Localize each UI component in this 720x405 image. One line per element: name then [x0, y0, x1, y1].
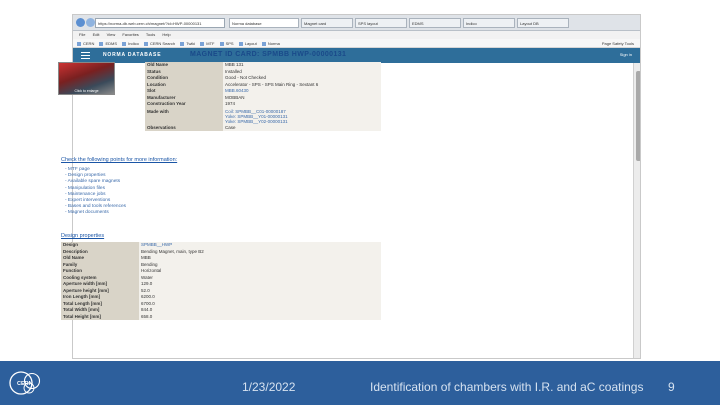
info-link[interactable]: - Magnet documents [65, 210, 215, 216]
logo-text: CERN [17, 381, 33, 387]
field-label: Observations [145, 124, 223, 131]
field-value: 658.0 [139, 313, 381, 320]
favorite-link[interactable]: Norma [262, 39, 280, 47]
browser-toolbar-right[interactable]: Page Safety Tools [602, 39, 634, 48]
design-properties-heading[interactable]: Design properties [61, 233, 104, 239]
field-value: Case [223, 124, 381, 131]
magnet-photo[interactable]: Click to enlarge [58, 62, 115, 95]
back-icon[interactable] [76, 18, 85, 27]
favorite-link[interactable]: EDMS [99, 39, 117, 47]
menu-edit[interactable]: Edit [93, 32, 100, 37]
favorites-bar: CERN EDMS Indico CERN Search Twiki MTF S… [73, 39, 640, 48]
favorite-link[interactable]: Twiki [180, 39, 195, 47]
slide-date: 1/23/2022 [242, 380, 296, 394]
scrollbar-thumb[interactable] [636, 71, 640, 161]
tab-indico[interactable]: Indico [463, 18, 515, 28]
menu-file[interactable]: File [79, 32, 85, 37]
menu-help[interactable]: Help [162, 32, 170, 37]
field-label: Made with [145, 107, 223, 125]
hamburger-menu-icon[interactable] [81, 52, 90, 59]
magnet-info-table: Old Name MBB 131 Status Installed Conditio… [145, 62, 381, 131]
favorite-link[interactable]: CERN [77, 39, 94, 47]
more-info-links: - MTF page - Design properties - Availab… [65, 167, 215, 217]
table-row: Total Height [mm] 658.0 [61, 313, 381, 320]
favorite-link[interactable]: MTF [200, 39, 214, 47]
tab-magnet-card[interactable]: Magnet card [301, 18, 353, 28]
vertical-scrollbar[interactable] [633, 63, 640, 358]
tab-norma[interactable]: Norma database [229, 18, 299, 28]
tab-sps-layout[interactable]: SPS layout [355, 18, 407, 28]
browser-address-bar: https://norma-db.web.cern.ch/magnet/?id=… [73, 15, 640, 31]
made-with-list: Coil: SPMBB__C01-00000187 Yoke: SPMBB__Y… [223, 107, 381, 125]
favorite-link[interactable]: SPS [220, 39, 234, 47]
presentation-slide: https://norma-db.web.cern.ch/magnet/?id=… [0, 0, 720, 405]
tab-edms[interactable]: EDMS [409, 18, 461, 28]
magnet-card-title: MAGNET ID CARD: SPMBB HWP-00000131 [190, 51, 347, 58]
slide-number: 9 [668, 380, 675, 394]
table-row: Observations Case [145, 124, 381, 131]
more-info-heading[interactable]: Check the following points for more info… [61, 157, 177, 163]
browser-menu-bar: File Edit View Favorites Tools Help [73, 31, 640, 39]
forward-icon[interactable] [86, 18, 95, 27]
favorite-link[interactable]: Indico [122, 39, 139, 47]
photo-caption: Click to enlarge [74, 89, 99, 93]
app-title: NORMA DATABASE [103, 52, 162, 58]
table-row: Made with Coil: SPMBB__C01-00000187 Yoke… [145, 107, 381, 125]
favorite-link[interactable]: Layout [239, 39, 257, 47]
design-properties-table: Design SPMBB__HWP Description Bending Magn… [61, 242, 381, 320]
cern-logo-icon: CERN [9, 371, 41, 395]
field-label: Total Height [mm] [61, 313, 139, 320]
favorite-link[interactable]: CERN Search [144, 39, 175, 47]
slide-description: Identification of chambers with I.R. and… [370, 380, 644, 394]
menu-view[interactable]: View [107, 32, 116, 37]
slide-footer: CERN 1/23/2022 Identification of chamber… [0, 361, 720, 405]
menu-favorites[interactable]: Favorites [122, 32, 138, 37]
sign-in-link[interactable]: Sign in [620, 52, 632, 57]
app-header: NORMA DATABASE Sign in [73, 48, 640, 63]
tab-layout-db[interactable]: Layout DB [517, 18, 569, 28]
menu-tools[interactable]: Tools [146, 32, 155, 37]
url-input[interactable]: https://norma-db.web.cern.ch/magnet/?id=… [95, 18, 225, 28]
component-link[interactable]: Yoke: SPMBB__Y02-00000131 [225, 119, 379, 124]
